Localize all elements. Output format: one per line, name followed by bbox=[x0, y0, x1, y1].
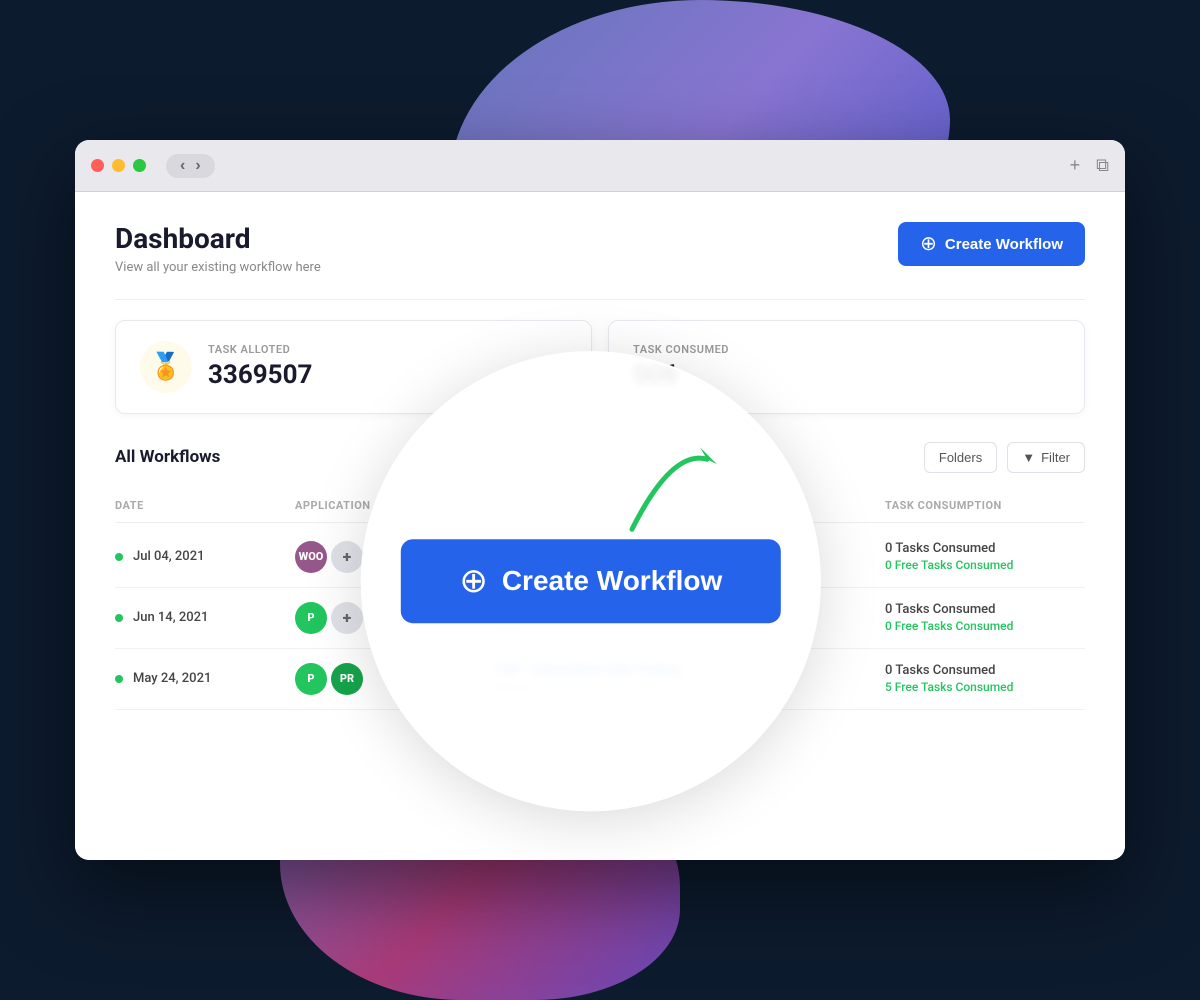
folders-btn-label: Folders bbox=[939, 450, 982, 465]
copy-button[interactable]: ⧉ bbox=[1096, 155, 1109, 176]
task-consumption-2: 0 Tasks Consumed 0 Free Tasks Consumed bbox=[885, 602, 1085, 633]
workflows-actions: Folders ▼ Filter bbox=[924, 442, 1085, 473]
woo-icon: WOO bbox=[295, 541, 327, 573]
col-task-consumption: TASK CONSUMPTION bbox=[885, 499, 1085, 512]
pr-icon-3: PR bbox=[331, 663, 363, 695]
date-cell-3: May 24, 2021 bbox=[115, 671, 295, 686]
tasks-consumed-1: 0 Tasks Consumed bbox=[885, 541, 1085, 556]
add-app-icon-2[interactable]: + bbox=[331, 602, 363, 634]
browser-actions: + ⧉ bbox=[1070, 155, 1109, 176]
browser-window: ‹ › + ⧉ Dashboard View all your existing… bbox=[75, 140, 1125, 860]
tasks-consumed-2: 0 Tasks Consumed bbox=[885, 602, 1085, 617]
date-3: May 24, 2021 bbox=[133, 671, 211, 686]
filter-icon: ▼ bbox=[1022, 450, 1035, 465]
task-consumption-1: 0 Tasks Consumed 0 Free Tasks Consumed bbox=[885, 541, 1085, 572]
allotted-value: 3369507 bbox=[208, 360, 312, 390]
nav-buttons: ‹ › bbox=[166, 154, 215, 178]
date-cell-2: Jun 14, 2021 bbox=[115, 610, 295, 625]
close-button[interactable] bbox=[91, 159, 104, 172]
browser-chrome: ‹ › + ⧉ bbox=[75, 140, 1125, 192]
status-dot-3 bbox=[115, 675, 123, 683]
traffic-lights bbox=[91, 159, 146, 172]
free-tasks-3: 5 Free Tasks Consumed bbox=[885, 680, 1085, 694]
new-tab-button[interactable]: + bbox=[1070, 155, 1081, 176]
page-subtitle: View all your existing workflow here bbox=[115, 260, 321, 275]
consumed-label: TASK CONSUMED bbox=[633, 343, 729, 356]
date-1: Jul 04, 2021 bbox=[133, 549, 204, 564]
maximize-button[interactable] bbox=[133, 159, 146, 172]
create-workflow-large-button[interactable]: ⊕ Create Workflow bbox=[401, 539, 781, 623]
free-tasks-2: 0 Free Tasks Consumed bbox=[885, 619, 1085, 633]
free-tasks-1: 0 Free Tasks Consumed bbox=[885, 558, 1085, 572]
create-workflow-button[interactable]: ⊕ Create Workflow bbox=[898, 222, 1085, 266]
filter-btn-label: Filter bbox=[1041, 450, 1070, 465]
allotted-label: TASK ALLOTED bbox=[208, 343, 312, 356]
p-icon-2: P bbox=[295, 602, 327, 634]
page-title: Dashboard bbox=[115, 222, 321, 256]
magnifier-overlay: ⊕ Create Workflow bbox=[361, 351, 821, 811]
tasks-consumed-3: 0 Tasks Consumed bbox=[885, 663, 1085, 678]
create-workflow-large-label: Create Workflow bbox=[502, 565, 722, 597]
allotted-stats: TASK ALLOTED 3369507 bbox=[208, 343, 312, 390]
date-2: Jun 14, 2021 bbox=[133, 610, 208, 625]
header-text: Dashboard View all your existing workflo… bbox=[115, 222, 321, 275]
status-dot-1 bbox=[115, 553, 123, 561]
task-consumption-3: 0 Tasks Consumed 5 Free Tasks Consumed bbox=[885, 663, 1085, 694]
add-app-icon-1[interactable]: + bbox=[331, 541, 363, 573]
workflows-title: All Workflows bbox=[115, 447, 220, 467]
allotted-icon-wrapper: 🏅 bbox=[140, 341, 192, 393]
date-cell-1: Jul 04, 2021 bbox=[115, 549, 295, 564]
app-content: Dashboard View all your existing workflo… bbox=[75, 192, 1125, 860]
medal-icon: 🏅 bbox=[150, 352, 182, 382]
large-plus-circle-icon: ⊕ bbox=[459, 561, 488, 601]
p-icon-3: P bbox=[295, 663, 327, 695]
create-workflow-btn-label: Create Workflow bbox=[945, 236, 1063, 253]
filter-button[interactable]: ▼ Filter bbox=[1007, 442, 1085, 473]
col-date: DATE bbox=[115, 499, 295, 512]
status-dot-2 bbox=[115, 614, 123, 622]
page-header: Dashboard View all your existing workflo… bbox=[115, 222, 1085, 275]
folders-button[interactable]: Folders bbox=[924, 442, 997, 473]
minimize-button[interactable] bbox=[112, 159, 125, 172]
nav-forward-button[interactable]: › bbox=[191, 158, 204, 174]
plus-circle-icon: ⊕ bbox=[920, 234, 937, 254]
header-separator bbox=[115, 299, 1085, 300]
nav-back-button[interactable]: ‹ bbox=[176, 158, 189, 174]
